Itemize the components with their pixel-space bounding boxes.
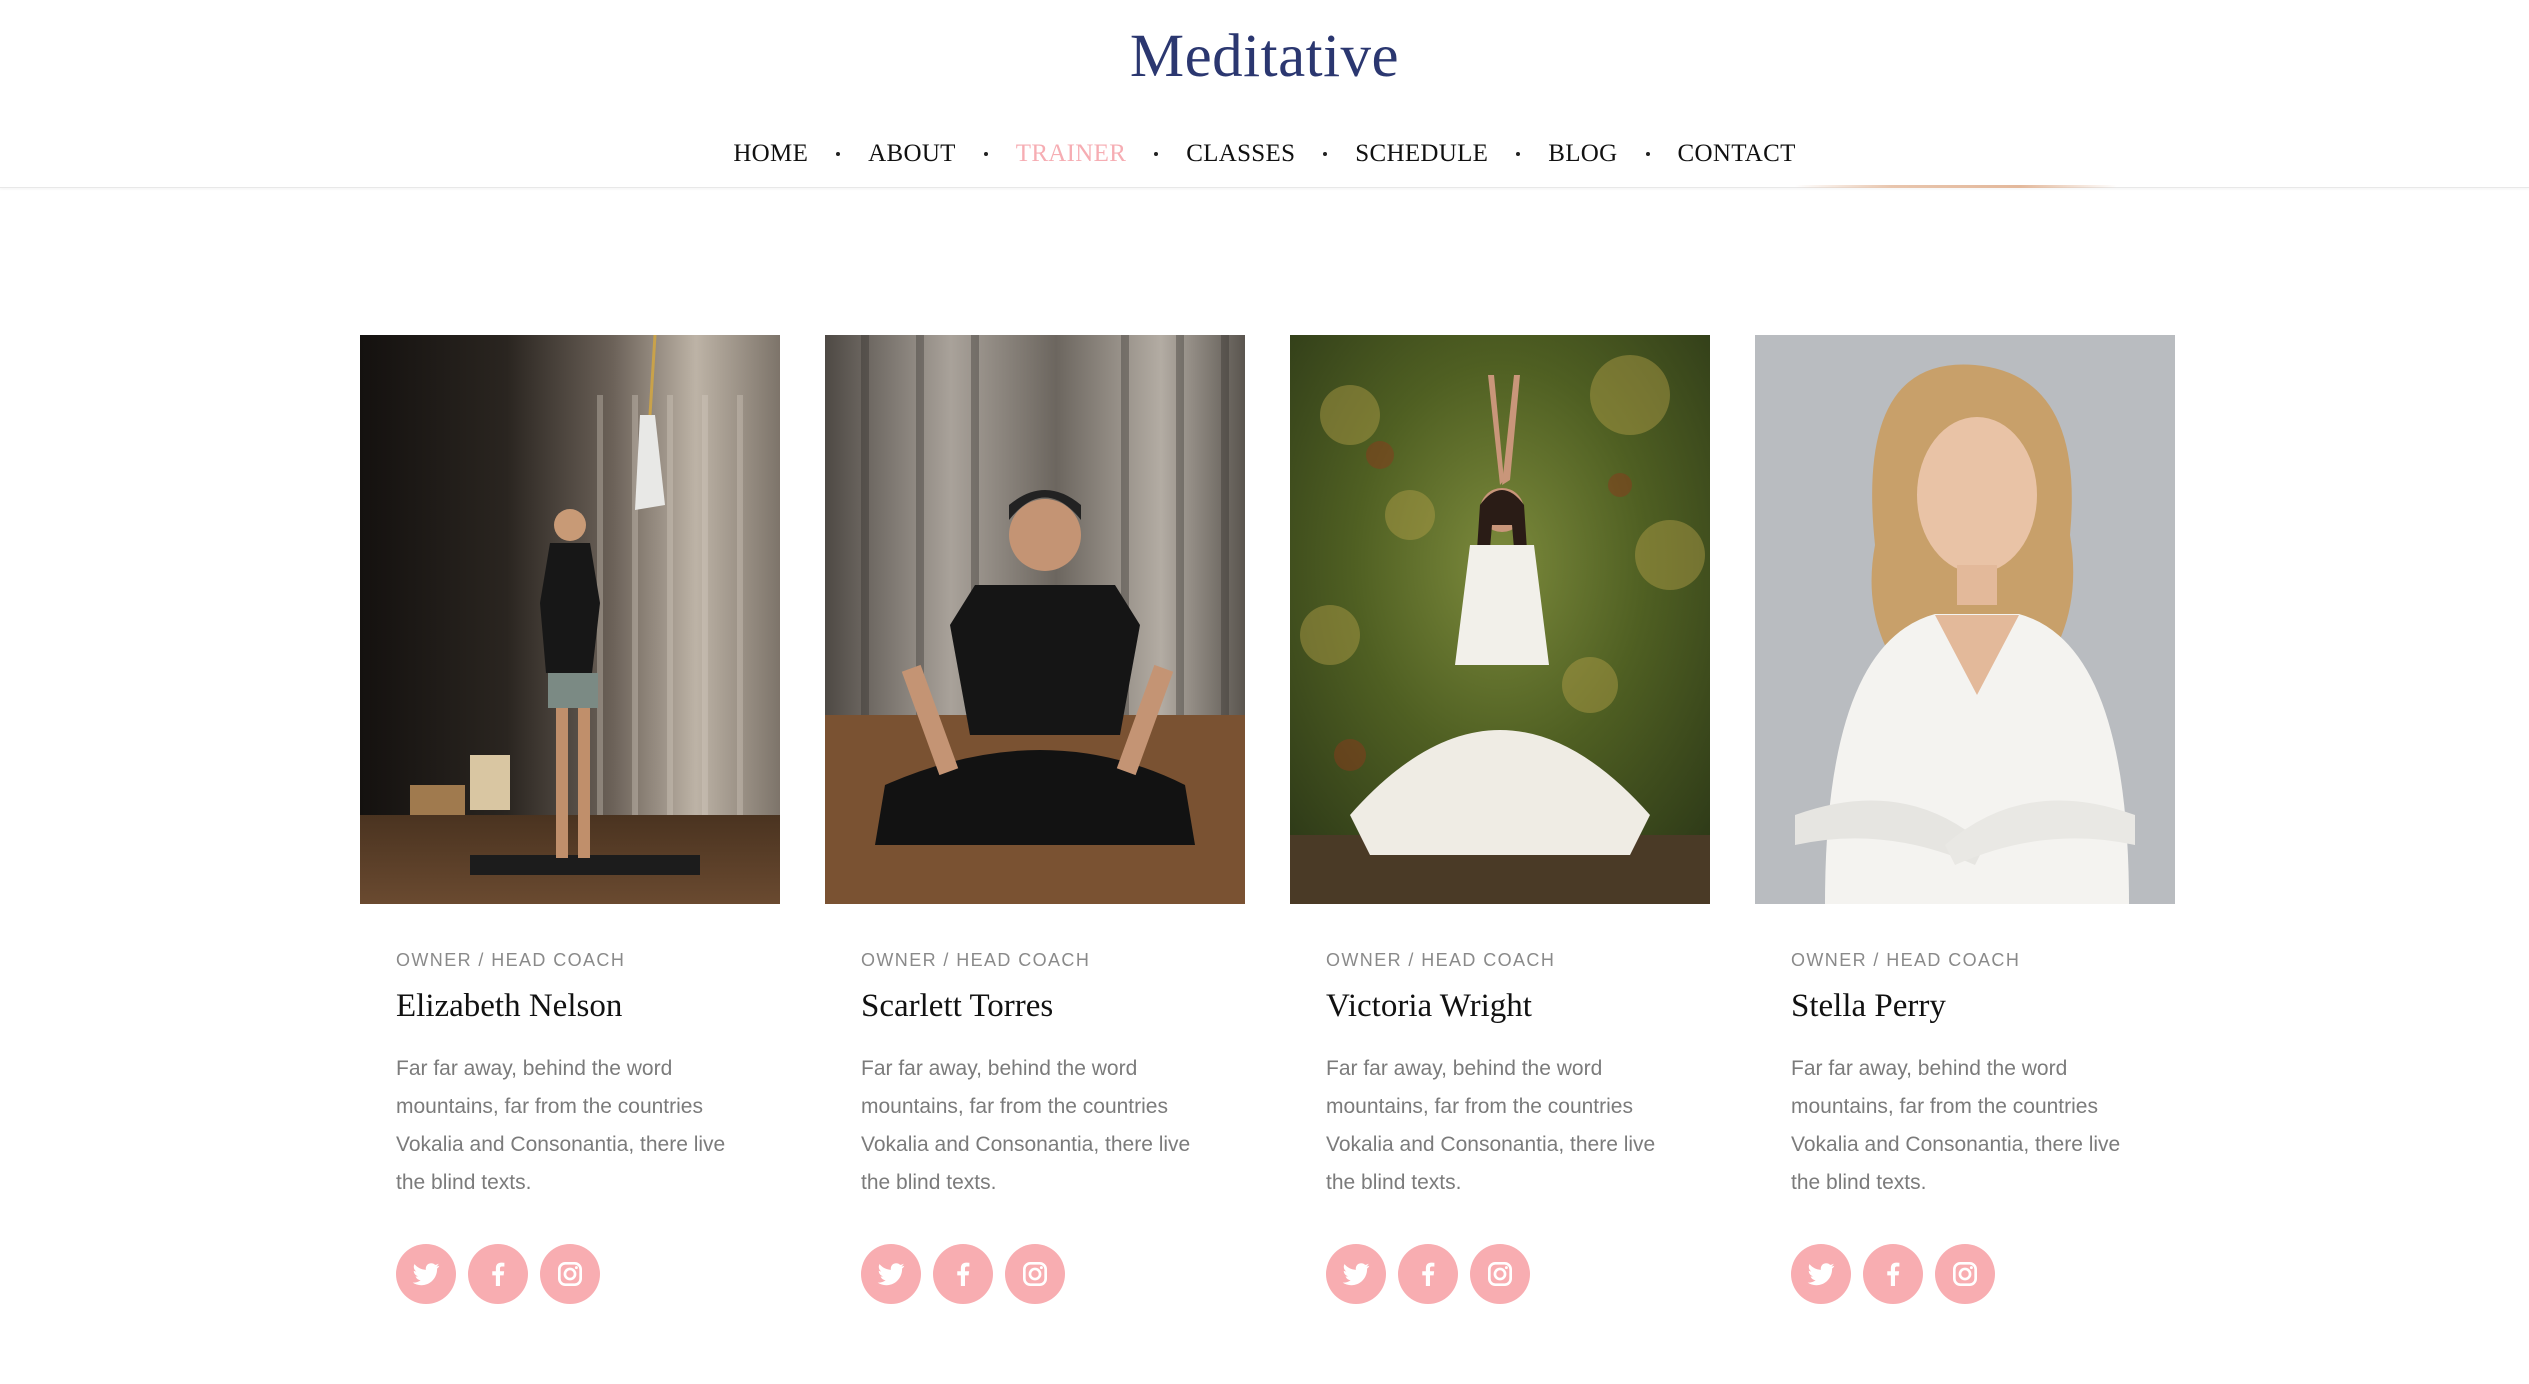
nav-blog[interactable]: BLOG [1548,140,1617,168]
twitter-icon[interactable] [861,1244,921,1304]
social-links [1326,1244,1674,1304]
trainer-card: OWNER / HEAD COACH Stella Perry Far far … [1755,335,2175,1305]
trainer-photo-forest-pose[interactable] [1290,335,1710,904]
trainer-photo-portrait[interactable] [1755,335,2175,904]
nav-classes[interactable]: CLASSES [1186,140,1295,168]
nav-schedule[interactable]: SCHEDULE [1355,140,1488,168]
nav-about[interactable]: ABOUT [868,140,956,168]
nav-trainer[interactable]: TRAINER [1016,140,1126,168]
nav-separator [1154,152,1159,156]
trainer-photo-seated-meditation[interactable] [825,335,1245,904]
trainer-name[interactable]: Scarlett Torres [861,988,1209,1030]
instagram-icon[interactable] [1470,1244,1530,1304]
twitter-icon[interactable] [1791,1244,1851,1304]
site-logo[interactable]: Meditative [0,22,2529,92]
nav-home[interactable]: HOME [733,140,808,168]
social-links [1791,1244,2139,1304]
facebook-icon[interactable] [1398,1244,1458,1304]
trainer-role: OWNER / HEAD COACH [1791,950,2021,970]
social-links [396,1244,744,1304]
trainer-photo-standing-prayer[interactable] [360,335,780,904]
nav-separator [1645,152,1650,156]
main-nav: HOME ABOUT TRAINER CLASSES SCHEDULE BLOG… [0,134,2529,174]
instagram-icon[interactable] [1935,1244,1995,1304]
trainer-card: OWNER / HEAD COACH Victoria Wright Far f… [1290,335,1710,1305]
nav-separator [1323,152,1328,156]
twitter-icon[interactable] [1326,1244,1386,1304]
trainer-name[interactable]: Stella Perry [1791,988,2139,1030]
trainer-role: OWNER / HEAD COACH [1326,950,1556,970]
facebook-icon[interactable] [1863,1244,1923,1304]
nav-separator [1516,152,1521,156]
hero-accent-line [1795,185,2117,188]
nav-separator [983,152,988,156]
trainer-description: Far far away, behind the word mountains,… [396,1057,726,1194]
facebook-icon[interactable] [933,1244,993,1304]
instagram-icon[interactable] [540,1244,600,1304]
nav-contact[interactable]: CONTACT [1678,140,1796,168]
trainer-description: Far far away, behind the word mountains,… [1791,1057,2121,1194]
social-links [861,1244,1209,1304]
facebook-icon[interactable] [468,1244,528,1304]
trainers-section: OWNER / HEAD COACH Elizabeth Nelson Far … [360,335,2175,1305]
instagram-icon[interactable] [1005,1244,1065,1304]
nav-separator [836,152,841,156]
trainer-description: Far far away, behind the word mountains,… [861,1057,1191,1194]
trainer-role: OWNER / HEAD COACH [396,950,626,970]
trainer-name[interactable]: Victoria Wright [1326,988,1674,1030]
site-header: Meditative HOME ABOUT TRAINER CLASSES SC… [0,0,2529,188]
trainer-card: OWNER / HEAD COACH Scarlett Torres Far f… [825,335,1245,1305]
trainer-name[interactable]: Elizabeth Nelson [396,988,744,1030]
twitter-icon[interactable] [396,1244,456,1304]
trainer-card: OWNER / HEAD COACH Elizabeth Nelson Far … [360,335,780,1305]
trainer-description: Far far away, behind the word mountains,… [1326,1057,1656,1194]
trainer-role: OWNER / HEAD COACH [861,950,1091,970]
